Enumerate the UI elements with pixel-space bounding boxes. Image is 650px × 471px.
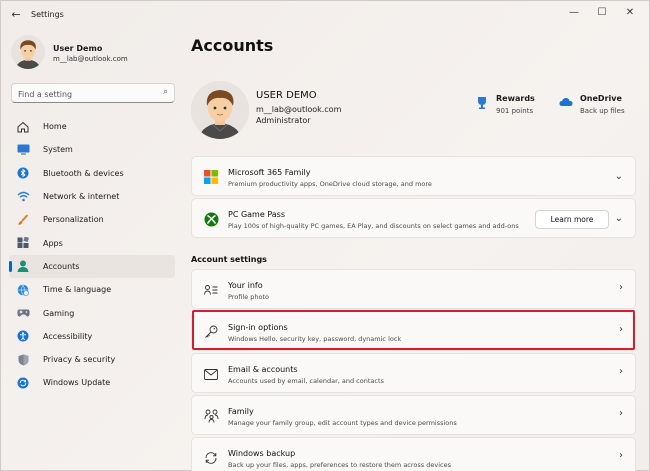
card-subtitle: Back up your files, apps, preferences to… — [228, 461, 451, 469]
search-icon[interactable]: ⌕ — [163, 87, 168, 97]
pc-game-pass-card[interactable]: PC Game Pass Play 100s of high-quality P… — [191, 198, 636, 238]
brush-icon — [16, 213, 30, 227]
sidebar-item-apps[interactable]: Apps — [9, 231, 175, 254]
card-subtitle: Windows Hello, security key, password, d… — [228, 335, 402, 343]
sidebar-item-gaming[interactable]: Gaming — [9, 301, 175, 324]
sidebar-item-label: System — [43, 145, 73, 155]
user-email: m__lab@outlook.com — [256, 105, 342, 114]
person-icon — [16, 259, 30, 273]
user-avatar[interactable] — [191, 81, 249, 139]
sidebar-item-privacy-security[interactable]: Privacy & security — [9, 348, 175, 371]
microsoft-logo-icon — [203, 169, 219, 185]
card-subtitle: Accounts used by email, calendar, and co… — [228, 377, 384, 385]
sidebar-item-label: Bluetooth & devices — [43, 168, 124, 178]
rewards-points: 901 points — [496, 107, 534, 115]
sidebar-item-label: Accounts — [43, 261, 80, 271]
card-title: PC Game Pass — [228, 210, 286, 219]
family-card[interactable]: Family Manage your family group, edit ac… — [191, 395, 636, 435]
card-subtitle: Manage your family group, edit account t… — [228, 419, 457, 427]
sign-in-options-card[interactable]: Sign-in options Windows Hello, security … — [191, 311, 636, 351]
card-title: Your info — [228, 281, 263, 290]
sidebar-item-label: Time & language — [43, 285, 112, 295]
person-card-icon — [203, 282, 219, 298]
sidebar-item-windows-update[interactable]: Windows Update — [9, 371, 175, 394]
sidebar-avatar[interactable] — [11, 35, 45, 69]
settings-window: ← Settings — ☐ ✕ User Demo m__lab@outloo… — [0, 0, 650, 471]
family-icon — [203, 408, 219, 424]
learn-more-button[interactable]: Learn more — [535, 210, 609, 229]
search-box[interactable]: ⌕ — [11, 83, 175, 103]
chevron-right-icon[interactable]: › — [619, 366, 623, 377]
page-title: Accounts — [191, 36, 274, 55]
search-input[interactable] — [18, 88, 148, 100]
chevron-down-icon[interactable]: ⌄ — [615, 171, 623, 182]
onedrive-title: OneDrive — [580, 94, 622, 103]
globe-clock-icon — [16, 283, 30, 297]
sidebar-user-email: m__lab@outlook.com — [53, 55, 128, 63]
chevron-right-icon[interactable]: › — [619, 324, 623, 335]
sidebar-item-accessibility[interactable]: Accessibility — [9, 325, 175, 348]
sidebar-item-bluetooth[interactable]: Bluetooth & devices — [9, 162, 175, 185]
sidebar-item-label: Gaming — [43, 308, 75, 318]
onedrive-cloud-icon — [559, 96, 573, 110]
accessibility-icon — [16, 329, 30, 343]
card-subtitle: Premium productivity apps, OneDrive clou… — [228, 180, 432, 188]
app-title: Settings — [31, 10, 64, 19]
card-title: Microsoft 365 Family — [228, 168, 311, 177]
apps-icon — [16, 236, 30, 250]
card-subtitle: Profile photo — [228, 293, 270, 301]
title-bar: ← Settings — ☐ ✕ — [1, 1, 649, 29]
sidebar-item-label: Accessibility — [43, 331, 93, 341]
email-accounts-card[interactable]: Email & accounts Accounts used by email,… — [191, 353, 636, 393]
minimize-button[interactable]: — — [563, 5, 585, 21]
home-icon — [16, 120, 30, 134]
sidebar-item-home[interactable]: Home — [9, 115, 175, 138]
sidebar-item-network[interactable]: Network & internet — [9, 185, 175, 208]
card-subtitle: Play 100s of high-quality PC games, EA P… — [228, 222, 519, 230]
bluetooth-icon — [16, 166, 30, 180]
sidebar-item-personalization[interactable]: Personalization — [9, 208, 175, 231]
chevron-right-icon[interactable]: › — [619, 282, 623, 293]
user-name: USER DEMO — [256, 90, 317, 101]
close-button[interactable]: ✕ — [619, 5, 641, 21]
sidebar-item-label: Personalization — [43, 215, 104, 225]
key-icon — [203, 324, 219, 340]
sidebar-item-time-language[interactable]: Time & language — [9, 278, 175, 301]
sidebar-item-label: Home — [43, 122, 67, 132]
monitor-icon — [16, 143, 30, 157]
card-title: Email & accounts — [228, 365, 298, 374]
sidebar-item-system[interactable]: System — [9, 138, 175, 161]
back-arrow-icon[interactable]: ← — [9, 8, 23, 22]
card-title: Family — [228, 407, 254, 416]
user-role: Administrator — [256, 116, 311, 125]
chevron-down-icon[interactable]: ⌄ — [615, 213, 623, 224]
chevron-right-icon[interactable]: › — [619, 408, 623, 419]
card-title: Windows backup — [228, 449, 296, 458]
onedrive-sub: Back up files — [580, 107, 625, 115]
section-title: Account settings — [191, 255, 267, 264]
maximize-button[interactable]: ☐ — [591, 5, 613, 21]
wifi-icon — [16, 190, 30, 204]
card-title: Sign-in options — [228, 323, 288, 332]
your-info-card[interactable]: Your info Profile photo › — [191, 269, 636, 309]
sidebar-item-label: Network & internet — [43, 192, 120, 202]
backup-icon — [203, 450, 219, 466]
sidebar-item-label: Windows Update — [43, 378, 111, 388]
sidebar-item-label: Privacy & security — [43, 355, 116, 365]
sidebar-user-name: User Demo — [53, 44, 103, 53]
sidebar-nav: Home System Bluetooth & devices Network … — [9, 115, 175, 395]
sidebar-item-accounts[interactable]: Accounts — [9, 254, 175, 279]
gamepad-icon — [16, 306, 30, 320]
sidebar-item-label: Apps — [43, 238, 63, 248]
windows-backup-card[interactable]: Windows backup Back up your files, apps,… — [191, 437, 636, 471]
xbox-icon — [203, 211, 219, 227]
rewards-title: Rewards — [496, 94, 535, 103]
chevron-right-icon[interactable]: › — [619, 450, 623, 461]
rewards-trophy-icon — [475, 96, 489, 110]
mail-icon — [203, 366, 219, 382]
microsoft-365-card[interactable]: Microsoft 365 Family Premium productivit… — [191, 156, 636, 196]
sync-icon — [16, 376, 30, 390]
shield-icon — [16, 353, 30, 367]
